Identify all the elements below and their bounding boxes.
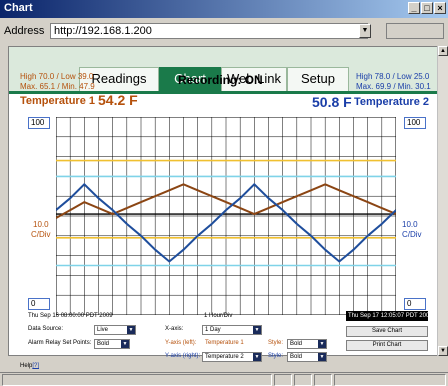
sensor1-name: Temperature 1 [20, 95, 95, 107]
recording-status: Recording: ON [178, 73, 263, 87]
print-chart-button[interactable]: Print Chart [346, 340, 428, 351]
address-label: Address [4, 25, 45, 37]
sensor2-name: Temperature 2 [354, 96, 429, 108]
y-axis-left-value[interactable]: Temperature 1 [205, 340, 244, 346]
data-source-select[interactable]: Live ▼ [94, 325, 136, 335]
minimize-button[interactable]: _ [408, 2, 420, 14]
sensor1-value: 54.2 F [98, 92, 138, 108]
sensor2-high-low: High 78.0 / Low 25.0 [356, 72, 430, 81]
right-div-value: 10.0 [402, 220, 418, 229]
status-segment-3 [314, 374, 332, 386]
right-div-unit: C/Div [402, 230, 422, 239]
style-left-label: Style: [268, 340, 284, 346]
chevron-down-icon: ▼ [253, 353, 261, 361]
window-titlebar: Chart _ □ × [0, 0, 448, 18]
sensor2-max-min: Max. 69.9 / Min. 30.1 [356, 82, 431, 91]
data-source-label: Data Source: [28, 326, 64, 332]
y-axis-left-label: Y-axis (left): [165, 340, 197, 346]
left-div-unit: C/Div [31, 230, 51, 239]
window-title: Chart [4, 2, 33, 14]
alarm-relay-label: Alarm Relay Set Points: [28, 340, 92, 346]
maximize-button[interactable]: □ [421, 2, 433, 14]
address-dropdown-button[interactable]: ▼ [359, 24, 371, 38]
status-segment-1 [274, 374, 292, 386]
address-bar: Address ▼ [0, 20, 448, 42]
chevron-down-icon: ▼ [127, 326, 135, 334]
chart-start-time: Thu Sep 16 08:00:00 PDT 2009 [28, 313, 113, 319]
style-left-select[interactable]: Bold ▼ [287, 339, 327, 349]
left-div-value: 10.0 [33, 220, 49, 229]
x-axis-value: 1 Day [205, 327, 221, 333]
alarm-relay-select[interactable]: Bold ▼ [94, 339, 130, 349]
sensor1-max-min: Max. 65.1 / Min. 47.9 [20, 82, 95, 91]
vertical-scrollbar[interactable]: ▲ ▼ [437, 46, 448, 356]
data-source-value: Live [97, 327, 109, 333]
left-axis-bottom-input[interactable]: 0 [28, 298, 50, 310]
style-right-value: Bold [290, 354, 303, 360]
time-per-div: 1 Hour/Div [204, 313, 233, 319]
chevron-down-icon: ▼ [121, 340, 129, 348]
address-go-area [386, 23, 444, 39]
style-left-value: Bold [290, 341, 303, 347]
address-input[interactable] [50, 23, 368, 39]
chevron-down-icon: ▼ [318, 353, 326, 361]
chevron-down-icon: ▼ [318, 340, 326, 348]
sensor1-high-low: High 70.0 / Low 39.0 [20, 72, 94, 81]
status-segment-zone [334, 374, 446, 386]
right-axis-top-input[interactable]: 100 [404, 117, 426, 129]
style-right-select[interactable]: Bold ▼ [287, 352, 327, 362]
tab-underline [9, 91, 437, 94]
y-axis-right-label: Y-axis (right): [165, 353, 201, 359]
save-chart-button[interactable]: Save Chart [346, 326, 428, 337]
close-button[interactable]: × [434, 2, 446, 14]
x-axis-select[interactable]: 1 Day ▼ [202, 325, 262, 335]
right-axis-bottom-input[interactable]: 0 [404, 298, 426, 310]
x-axis-label: X-axis: [165, 326, 184, 332]
y-axis-right-select[interactable]: Temperature 2 ▼ [202, 352, 262, 362]
y-axis-right-value: Temperature 2 [205, 354, 244, 360]
tab-setup[interactable]: Setup [287, 67, 349, 91]
status-segment-2 [294, 374, 312, 386]
alarm-relay-value: Bold [97, 341, 110, 347]
help-label: Help [20, 363, 33, 369]
temperature-chart [56, 117, 396, 315]
help-area: Help[?] [20, 363, 39, 369]
sensor2-value: 50.8 F [312, 94, 352, 110]
status-bar [0, 372, 448, 386]
chart-end-time: Thu Sep 17 12:05:07 PDT 2009 [346, 311, 433, 321]
style-right-label: Style: [268, 353, 284, 359]
left-axis-top-input[interactable]: 100 [28, 117, 50, 129]
help-link[interactable]: [?] [32, 363, 39, 369]
scroll-down-arrow[interactable]: ▼ [438, 346, 448, 356]
scroll-up-arrow[interactable]: ▲ [438, 46, 448, 56]
chevron-down-icon: ▼ [253, 326, 261, 334]
status-segment-main [2, 374, 272, 386]
